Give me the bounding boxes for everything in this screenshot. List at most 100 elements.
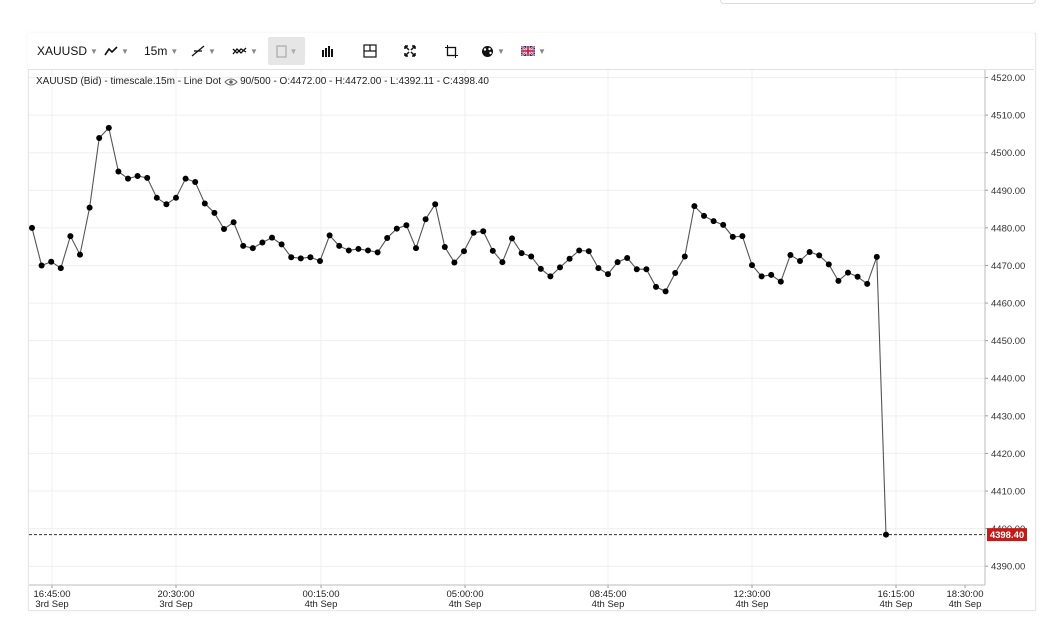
data-point	[230, 219, 237, 226]
data-point	[816, 252, 823, 259]
last-price-label: 4398.40	[990, 530, 1024, 541]
data-point	[413, 245, 419, 252]
x-tick-date: 4th Sep	[449, 599, 482, 610]
data-point	[557, 264, 563, 271]
y-tick-label: 4500.00	[991, 148, 1025, 159]
legend-ohlc: - O:4472.00 - H:4472.00 - L:4392.11 - C:…	[273, 76, 489, 87]
data-point	[422, 216, 429, 223]
x-tick-date: 3rd Sep	[35, 599, 68, 610]
data-point	[240, 242, 247, 249]
y-tick-label: 4430.00	[991, 411, 1025, 422]
data-point	[288, 254, 295, 261]
eye-icon[interactable]	[224, 77, 238, 87]
y-tick-label: 4450.00	[991, 336, 1025, 347]
x-tick-date: 4th Sep	[949, 599, 982, 610]
data-point	[365, 247, 371, 254]
data-point	[835, 277, 842, 284]
data-point	[38, 262, 45, 269]
data-point	[739, 233, 746, 240]
data-point	[643, 266, 650, 273]
y-tick-label: 4460.00	[991, 299, 1025, 310]
data-point	[787, 251, 794, 258]
data-point	[729, 233, 736, 240]
data-point	[336, 242, 343, 249]
data-point	[326, 232, 333, 239]
data-point	[115, 168, 122, 175]
data-point	[624, 254, 631, 261]
data-point	[806, 248, 813, 255]
legend-instrument: XAUUSD (Bid) - timescale.15m - Line Dot	[36, 76, 222, 87]
data-point	[105, 124, 112, 131]
data-point	[48, 258, 55, 265]
series-line	[31, 126, 887, 535]
data-point	[710, 218, 717, 225]
data-point	[317, 257, 323, 264]
data-point	[768, 271, 775, 278]
data-point	[374, 249, 381, 256]
data-point	[57, 265, 64, 272]
data-point	[480, 228, 487, 235]
y-tick-label: 4520.00	[991, 73, 1025, 84]
y-tick-label: 4470.00	[991, 261, 1025, 272]
data-point	[701, 212, 707, 219]
data-point	[249, 245, 256, 252]
data-point	[547, 273, 554, 280]
x-tick-date: 4th Sep	[736, 599, 769, 610]
data-point	[441, 244, 448, 251]
data-point	[163, 201, 170, 208]
data-point	[470, 229, 477, 236]
data-point	[883, 531, 889, 538]
data-point	[489, 247, 496, 254]
data-point	[576, 247, 583, 254]
data-point	[873, 253, 880, 260]
x-tick-date: 4th Sep	[305, 599, 338, 610]
data-point	[182, 175, 189, 182]
data-point	[144, 174, 151, 181]
data-point	[681, 253, 688, 260]
data-point	[153, 194, 160, 201]
y-tick-label: 4420.00	[991, 449, 1025, 460]
data-point	[585, 248, 592, 255]
x-tick-date: 4th Sep	[592, 599, 625, 610]
data-point	[845, 269, 851, 276]
data-point	[29, 224, 35, 231]
y-tick-label: 4480.00	[991, 223, 1025, 234]
data-point	[518, 250, 525, 257]
data-point	[173, 194, 179, 201]
data-point	[566, 255, 573, 262]
data-point	[192, 179, 199, 186]
data-point	[537, 265, 544, 272]
data-point	[797, 257, 803, 264]
data-point	[854, 273, 861, 280]
data-point	[605, 271, 611, 278]
y-tick-label: 4440.00	[991, 374, 1025, 385]
legend-bars: 90/500	[240, 76, 271, 87]
data-point	[614, 259, 621, 266]
x-tick-date: 3rd Sep	[159, 599, 192, 610]
data-point	[691, 203, 698, 210]
data-point	[662, 288, 669, 295]
data-point	[269, 234, 275, 241]
y-tick-label: 4490.00	[991, 186, 1025, 197]
data-point	[653, 283, 659, 290]
data-point	[355, 245, 362, 252]
data-point	[528, 253, 535, 260]
chart-legend: XAUUSD (Bid) - timescale.15m - Line Dot …	[36, 76, 489, 87]
data-point	[384, 235, 391, 242]
data-point	[864, 280, 871, 287]
data-point	[201, 200, 208, 207]
y-tick-label: 4510.00	[991, 111, 1025, 122]
y-tick-label: 4390.00	[991, 562, 1025, 573]
data-point	[432, 201, 439, 208]
data-point	[672, 269, 679, 276]
data-point	[461, 248, 467, 255]
data-point	[777, 278, 784, 285]
data-point	[259, 239, 266, 246]
data-point	[499, 259, 506, 266]
data-point	[278, 241, 285, 248]
data-point	[221, 226, 227, 233]
data-point	[403, 222, 410, 229]
data-point	[125, 175, 131, 182]
data-point	[633, 266, 640, 273]
y-tick-label: 4410.00	[991, 487, 1025, 498]
